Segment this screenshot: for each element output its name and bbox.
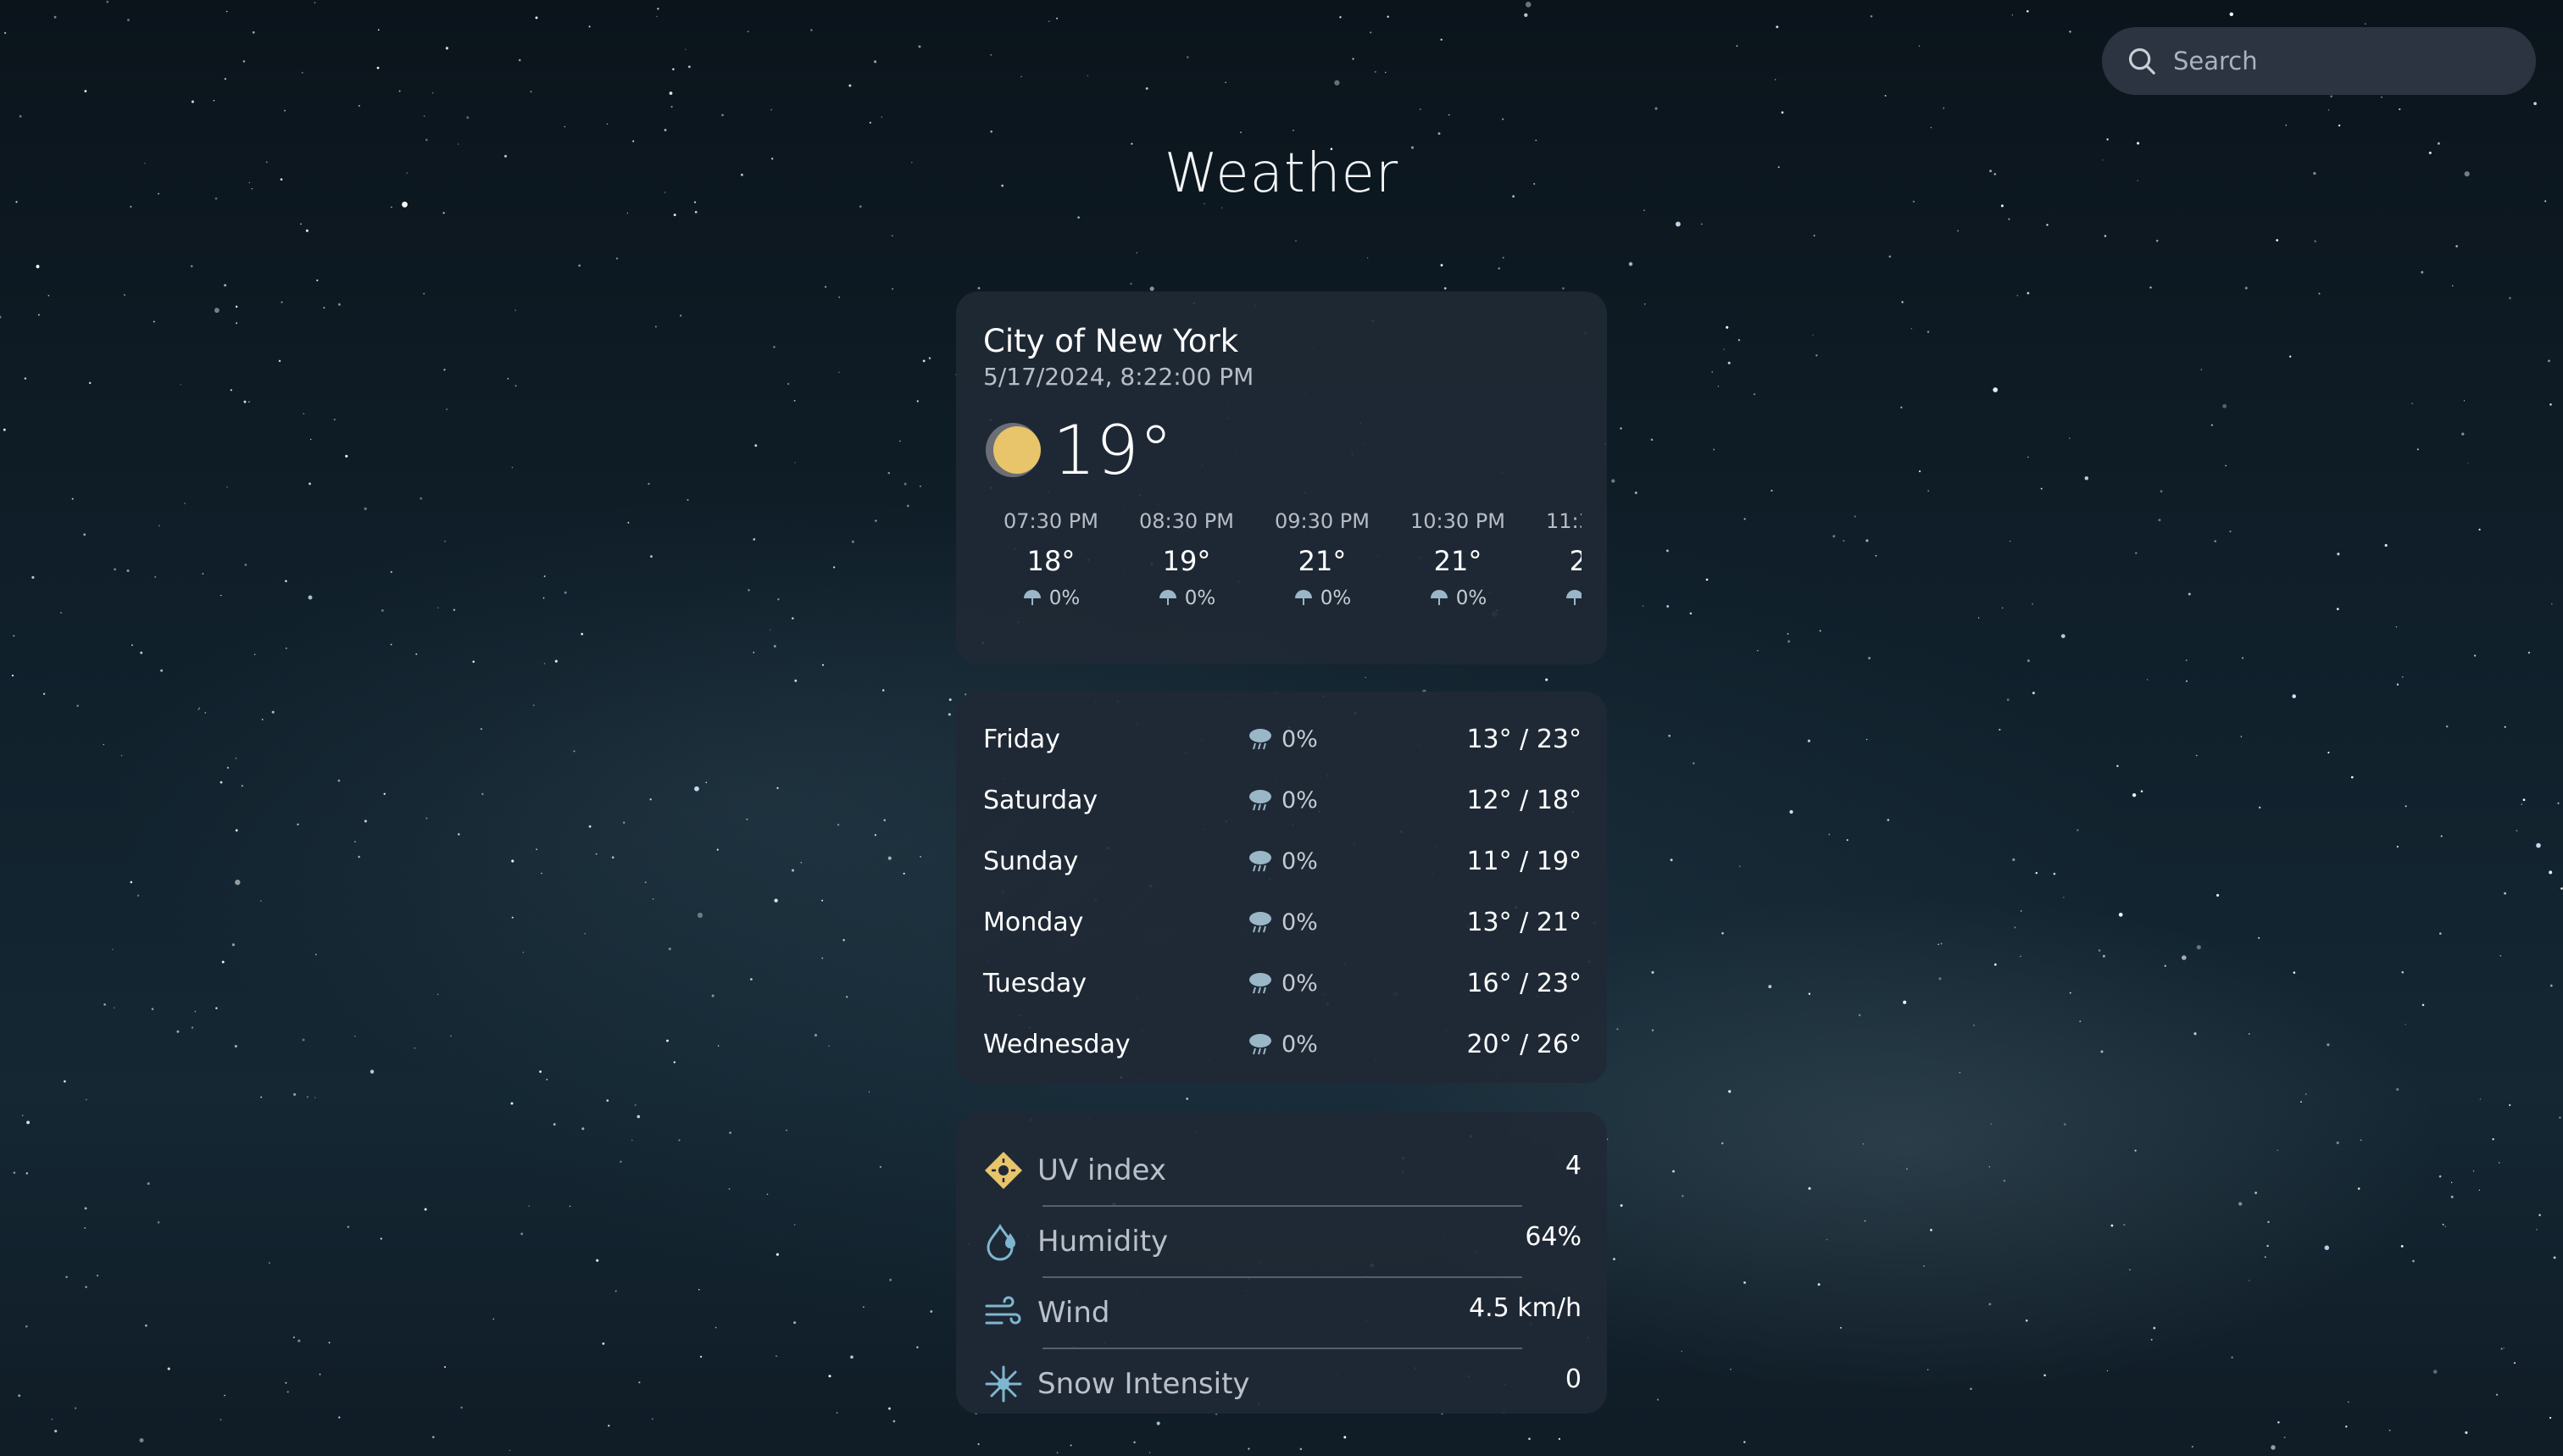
daily-row: Monday 0% 13° / 21° [983, 892, 1582, 953]
hour-temperature: 18° [1026, 545, 1076, 577]
day-rain-value: 0% [1282, 786, 1318, 814]
snow-intensity-value: 0 [1565, 1364, 1582, 1394]
day-rain: 0% [1246, 725, 1415, 753]
wind-icon [985, 1296, 1021, 1325]
hourly-item: 08:30 PM 19° 0% [1119, 509, 1254, 609]
wind-value: 4.5 km/h [1469, 1292, 1582, 1323]
hour-temperature: 21° [1569, 545, 1582, 577]
day-temperatures: 12° / 18° [1466, 785, 1582, 815]
day-temperatures: 13° / 23° [1466, 724, 1582, 754]
hour-time: 08:30 PM [1139, 509, 1234, 533]
hour-rain-value: 0% [1455, 587, 1487, 609]
day-rain-value: 0% [1282, 725, 1318, 753]
hour-rain-value: 0% [1320, 587, 1352, 609]
day-rain: 0% [1246, 1030, 1415, 1059]
snow-intensity-row: Snow Intensity 0 [983, 1349, 1582, 1419]
weather-app: Weather City of New York 5/17/2024, 8:22… [0, 0, 2563, 1456]
rain-cloud-icon [1249, 1034, 1271, 1055]
day-rain-value: 0% [1282, 1031, 1318, 1058]
umbrella-icon [1023, 590, 1041, 605]
hour-rain: 0% [1119, 587, 1254, 609]
day-rain: 0% [1246, 847, 1415, 875]
daily-row: Saturday 0% 12° / 18° [983, 770, 1582, 831]
daily-row: Tuesday 0% 16° / 23° [983, 953, 1582, 1014]
hour-temperature: 19° [1162, 545, 1211, 577]
hour-time: 09:30 PM [1275, 509, 1370, 533]
hour-rain: 0% [1254, 587, 1390, 609]
current-temperature-row: 19° [983, 408, 1582, 492]
hour-temperature: 21° [1298, 545, 1347, 577]
snowflake-icon [985, 1365, 1022, 1403]
search-icon [2128, 47, 2155, 75]
uv-index-row: UV index 4 [983, 1136, 1582, 1205]
day-name: Saturday [983, 785, 1098, 815]
hour-rain-value: 0% [1048, 587, 1081, 609]
umbrella-icon [1430, 590, 1448, 605]
day-rain-value: 0% [1282, 847, 1318, 875]
day-rain: 0% [1246, 908, 1415, 936]
day-name: Sunday [983, 846, 1079, 876]
day-name: Tuesday [983, 968, 1087, 998]
day-name: Friday [983, 724, 1060, 754]
day-name: Monday [983, 907, 1084, 937]
hour-time: 11:30 PM [1546, 509, 1582, 533]
daily-row: Sunday 0% 11° / 19° [983, 831, 1582, 892]
moon-icon [986, 423, 1041, 477]
humidity-label: Humidity [1037, 1225, 1169, 1259]
current-temperature: 19° [1053, 410, 1173, 490]
hour-rain: 0% [1526, 587, 1582, 609]
hourly-forecast[interactable]: 07:30 PM 18° 0% 08:30 PM 19° 0% 09:30 PM… [983, 509, 1582, 609]
daily-row: Friday 0% 13° / 23° [983, 709, 1582, 770]
day-temperatures: 16° / 23° [1466, 968, 1582, 998]
day-rain: 0% [1246, 786, 1415, 814]
hour-time: 10:30 PM [1410, 509, 1505, 533]
day-temperatures: 13° / 21° [1466, 907, 1582, 937]
umbrella-icon [1565, 590, 1582, 605]
humidity-icon [987, 1224, 1015, 1261]
current-weather-card: City of New York 5/17/2024, 8:22:00 PM 1… [956, 292, 1607, 664]
hourly-item: 11:30 PM 21° 0% [1526, 509, 1582, 609]
day-rain: 0% [1246, 969, 1415, 998]
weather-details-card: UV index 4 Humidity 64% Wind 4.5 km/h Sn… [956, 1112, 1607, 1414]
page-title: Weather [1164, 142, 1399, 205]
wind-label: Wind [1037, 1296, 1110, 1330]
umbrella-icon [1294, 590, 1312, 605]
hour-rain-value: 0% [1184, 587, 1216, 609]
hourly-item: 09:30 PM 21° 0% [1254, 509, 1390, 609]
humidity-value: 64% [1525, 1221, 1582, 1252]
hour-temperature: 21° [1433, 545, 1482, 577]
uv-index-value: 4 [1565, 1150, 1582, 1181]
snow-intensity-label: Snow Intensity [1037, 1367, 1250, 1401]
rain-cloud-icon [1249, 729, 1271, 750]
day-name: Wednesday [983, 1029, 1131, 1059]
rain-cloud-icon [1249, 851, 1271, 872]
rain-cloud-icon [1249, 912, 1271, 933]
umbrella-icon [1159, 590, 1176, 605]
hour-rain: 0% [983, 587, 1119, 609]
daily-row: Wednesday 0% 20° / 26° [983, 1014, 1582, 1075]
day-rain-value: 0% [1282, 970, 1318, 997]
uv-icon [985, 1152, 1022, 1189]
search-bar[interactable] [2102, 27, 2536, 95]
wind-row: Wind 4.5 km/h [983, 1278, 1582, 1348]
day-rain-value: 0% [1282, 909, 1318, 936]
rain-cloud-icon [1249, 790, 1271, 811]
day-temperatures: 11° / 19° [1466, 846, 1582, 876]
city-name: City of New York [983, 323, 1239, 359]
daily-forecast-card: Friday 0% 13° / 23° Saturday 0% 12° / 18… [956, 692, 1607, 1083]
current-datetime: 5/17/2024, 8:22:00 PM [983, 363, 1254, 391]
uv-index-label: UV index [1037, 1153, 1166, 1187]
humidity-row: Humidity 64% [983, 1207, 1582, 1276]
hourly-item: 10:30 PM 21° 0% [1390, 509, 1526, 609]
day-temperatures: 20° / 26° [1466, 1029, 1582, 1059]
hour-time: 07:30 PM [1004, 509, 1098, 533]
rain-cloud-icon [1249, 973, 1271, 994]
hourly-item: 07:30 PM 18° 0% [983, 509, 1119, 609]
search-input[interactable] [2171, 35, 2514, 87]
hour-rain: 0% [1390, 587, 1526, 609]
